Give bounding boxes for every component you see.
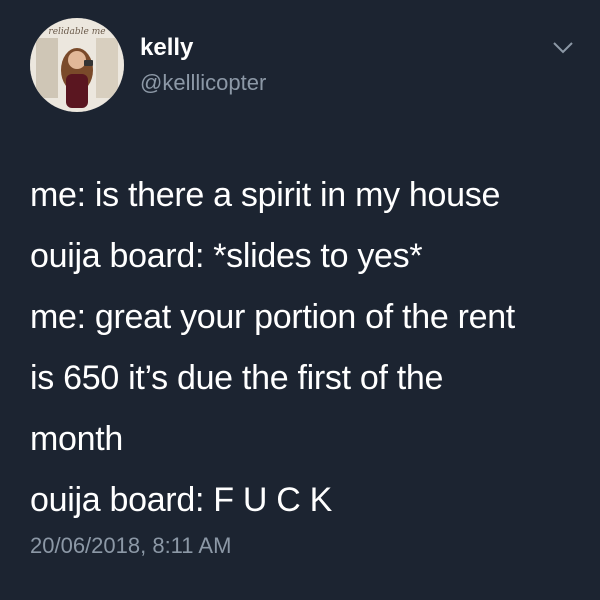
tweet-line: is 650 it’s due the first of the xyxy=(30,359,444,397)
tweet-line: me: is there a spirit in my house xyxy=(30,176,501,214)
tweet-card: relidable me kelly @kelllicopter me: is … xyxy=(0,0,600,600)
user-handle[interactable]: @kelllicopter xyxy=(140,70,266,96)
tweet-line: ouija board: F U C K xyxy=(30,481,333,519)
chevron-down-icon[interactable] xyxy=(552,40,574,56)
avatar-caption: relidable me xyxy=(48,27,105,37)
display-name[interactable]: kelly xyxy=(140,34,193,62)
tweet-text: me: is there a spirit in my house ouija … xyxy=(30,165,578,531)
tweet-line: ouija board: *slides to yes* xyxy=(30,237,423,275)
avatar[interactable]: relidable me xyxy=(30,18,124,112)
avatar-image: relidable me xyxy=(30,18,124,112)
tweet-line: me: great your portion of the rent xyxy=(30,298,515,336)
tweet-timestamp[interactable]: 20/06/2018, 8:11 AM xyxy=(30,532,231,560)
tweet-line: month xyxy=(30,420,123,458)
